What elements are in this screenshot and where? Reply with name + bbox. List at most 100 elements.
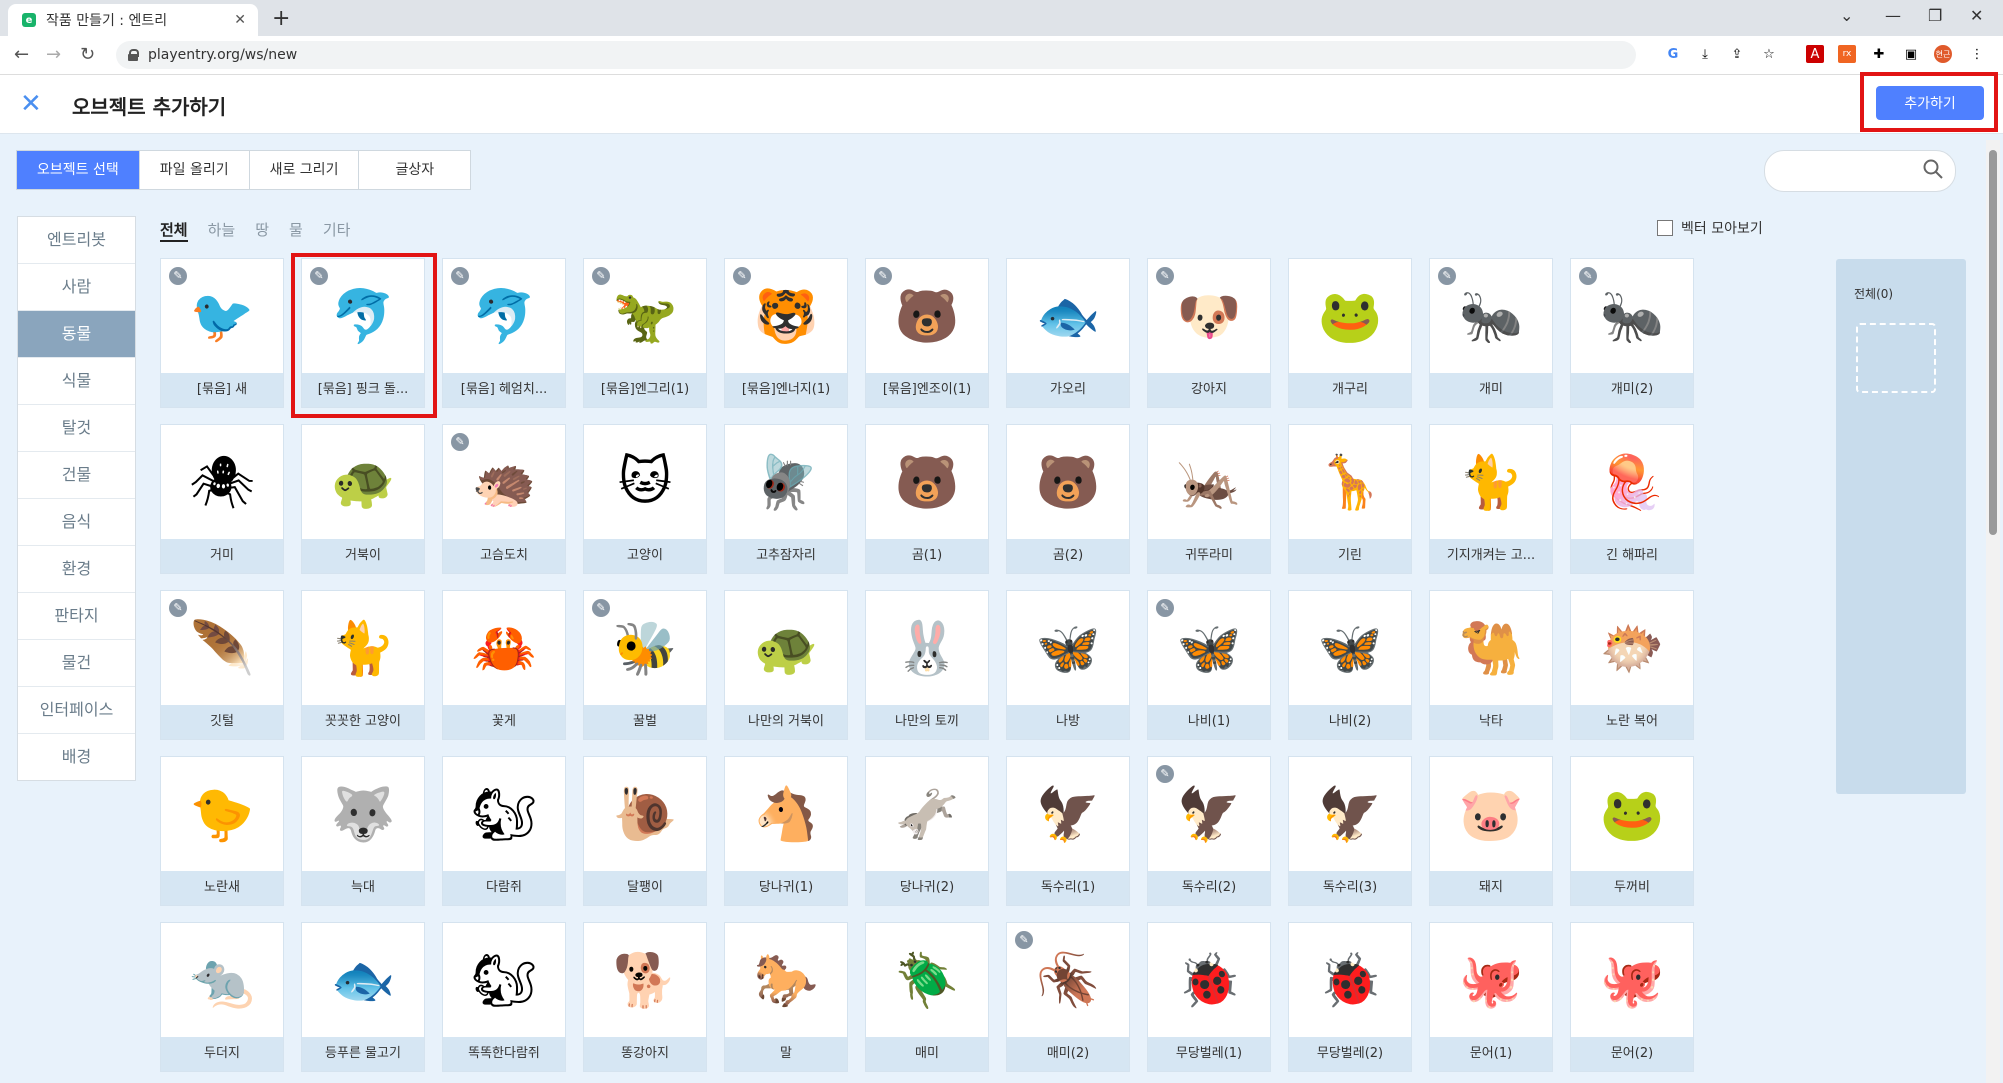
sidebar-item-background[interactable]: 배경 xyxy=(18,734,135,780)
object-card[interactable]: 🐢 나만의 거북이 xyxy=(724,590,848,740)
sidebar-item-people[interactable]: 사람 xyxy=(18,264,135,311)
object-card[interactable]: 🐶 ✎ 강아지 xyxy=(1147,258,1271,408)
subtab-sky[interactable]: 하늘 xyxy=(208,219,236,242)
vector-toggle[interactable]: 벡터 모아보기 xyxy=(1657,218,1763,238)
object-card[interactable]: 🐢 거북이 xyxy=(301,424,425,574)
scrollbar-thumb[interactable] xyxy=(1989,150,1997,535)
tab-close-icon[interactable]: ✕ xyxy=(234,12,246,28)
address-bar[interactable]: playentry.org/ws/new xyxy=(116,41,1636,69)
object-card[interactable]: 🐙 문어(2) xyxy=(1570,922,1694,1072)
share-icon[interactable]: ⇪ xyxy=(1728,45,1746,63)
tab-object-select[interactable]: 오브젝트 선택 xyxy=(17,151,140,189)
new-tab-icon[interactable]: + xyxy=(272,6,290,31)
object-card[interactable]: 🐀 두더지 xyxy=(160,922,284,1072)
object-card[interactable]: 🐷 돼지 xyxy=(1429,756,1553,906)
sidepanel-icon[interactable]: ▣ xyxy=(1902,45,1920,63)
object-card[interactable]: 🐬 ✎ [묶음] 헤엄치... xyxy=(442,258,566,408)
tab-file-upload[interactable]: 파일 올리기 xyxy=(140,151,250,189)
object-card[interactable]: 🐿 똑똑한다람쥐 xyxy=(442,922,566,1072)
sidebar-item-objects[interactable]: 물건 xyxy=(18,640,135,687)
search-icon[interactable] xyxy=(1923,159,1943,179)
minimize-icon[interactable]: — xyxy=(1885,6,1901,25)
object-card[interactable]: 🐟 가오리 xyxy=(1006,258,1130,408)
object-card[interactable]: 🐯 ✎ [묶음]엔너지(1) xyxy=(724,258,848,408)
menu-icon[interactable]: ⋮ xyxy=(1968,45,1986,63)
object-card[interactable]: 🪰 고추잠자리 xyxy=(724,424,848,574)
object-card[interactable]: 🪳 ✎ 매미(2) xyxy=(1006,922,1130,1072)
object-card[interactable]: 🪼 긴 해파리 xyxy=(1570,424,1694,574)
reload-icon[interactable]: ↻ xyxy=(80,44,95,65)
close-icon[interactable]: ✕ xyxy=(20,89,42,119)
object-card[interactable]: 🐕 똥강아지 xyxy=(583,922,707,1072)
object-card[interactable]: 🐡 노란 복어 xyxy=(1570,590,1694,740)
object-card[interactable]: 🦅 ✎ 독수리(2) xyxy=(1147,756,1271,906)
sidebar-item-environment[interactable]: 환경 xyxy=(18,546,135,593)
object-card[interactable]: 🐦 ✎ [묶음] 새 xyxy=(160,258,284,408)
tab-new-drawing[interactable]: 새로 그리기 xyxy=(250,151,360,189)
back-icon[interactable]: ← xyxy=(14,44,29,65)
object-card[interactable]: 🫏 당나귀(2) xyxy=(865,756,989,906)
subtab-water[interactable]: 물 xyxy=(289,219,303,242)
object-card[interactable]: 🐜 ✎ 개미(2) xyxy=(1570,258,1694,408)
subtab-other[interactable]: 기타 xyxy=(323,219,351,242)
sidebar-item-buildings[interactable]: 건물 xyxy=(18,452,135,499)
object-card[interactable]: 🕷 거미 xyxy=(160,424,284,574)
search-input[interactable] xyxy=(1764,150,1956,192)
profile-avatar[interactable]: 현근 xyxy=(1934,45,1952,63)
scrollbar[interactable] xyxy=(1986,140,2000,1083)
sidebar-item-fantasy[interactable]: 판타지 xyxy=(18,593,135,640)
object-card[interactable]: 🐞 무당벌레(1) xyxy=(1147,922,1271,1072)
sidebar-item-plants[interactable]: 식물 xyxy=(18,358,135,405)
sidebar-item-food[interactable]: 음식 xyxy=(18,499,135,546)
object-card[interactable]: 🦗 귀뚜라미 xyxy=(1147,424,1271,574)
object-card[interactable]: 🐙 문어(1) xyxy=(1429,922,1553,1072)
sidebar-item-interface[interactable]: 인터페이스 xyxy=(18,687,135,734)
object-card[interactable]: 🐎 말 xyxy=(724,922,848,1072)
object-card[interactable]: 🐻 곰(1) xyxy=(865,424,989,574)
sidebar-item-entrybot[interactable]: 엔트리봇 xyxy=(18,217,135,264)
object-card[interactable]: 🦋 나비(2) xyxy=(1288,590,1412,740)
object-card[interactable]: 🪶 ✎ 깃털 xyxy=(160,590,284,740)
add-button[interactable]: 추가하기 xyxy=(1876,86,1984,120)
object-card[interactable]: 🐈 기지개켜는 고... xyxy=(1429,424,1553,574)
object-card[interactable]: 🐝 ✎ 꿀벌 xyxy=(583,590,707,740)
object-card[interactable]: 🦅 독수리(3) xyxy=(1288,756,1412,906)
object-card[interactable]: 🐞 무당벌레(2) xyxy=(1288,922,1412,1072)
object-card[interactable]: 🦖 ✎ [묶음]엔그리(1) xyxy=(583,258,707,408)
object-card[interactable]: 🐺 늑대 xyxy=(301,756,425,906)
object-card[interactable]: 🐱 고양이 xyxy=(583,424,707,574)
object-card[interactable]: 🐤 노란새 xyxy=(160,756,284,906)
object-card[interactable]: 🦔 ✎ 고슴도치 xyxy=(442,424,566,574)
object-card[interactable]: 🐈 꼿꼿한 고양이 xyxy=(301,590,425,740)
install-icon[interactable]: ⤓ xyxy=(1696,45,1714,63)
tab-textbox[interactable]: 글상자 xyxy=(359,151,470,189)
object-card[interactable]: 🐌 달팽이 xyxy=(583,756,707,906)
object-card[interactable]: 🦋 나방 xyxy=(1006,590,1130,740)
object-card[interactable]: 🐻 ✎ [묶음]엔조이(1) xyxy=(865,258,989,408)
tab-search-icon[interactable]: ⌄ xyxy=(1840,6,1853,25)
object-card[interactable]: 🦒 기린 xyxy=(1288,424,1412,574)
restore-icon[interactable]: ❐ xyxy=(1928,6,1942,25)
forward-icon[interactable]: → xyxy=(46,44,61,65)
sidebar-item-animals[interactable]: 동물 xyxy=(18,311,135,358)
pdf-extension-icon[interactable]: A xyxy=(1806,45,1824,63)
object-card[interactable]: 🦀 꽃게 xyxy=(442,590,566,740)
object-card[interactable]: 🐻 곰(2) xyxy=(1006,424,1130,574)
object-card[interactable]: 🐰 나만의 토끼 xyxy=(865,590,989,740)
vector-checkbox[interactable] xyxy=(1657,220,1673,236)
browser-tab[interactable]: e 작품 만들기 : 엔트리 ✕ xyxy=(8,4,258,36)
object-card[interactable]: 🐸 개구리 xyxy=(1288,258,1412,408)
object-card[interactable]: 🐜 ✎ 개미 xyxy=(1429,258,1553,408)
object-card[interactable]: 🐫 낙타 xyxy=(1429,590,1553,740)
object-card[interactable]: 🐟 등푸른 물고기 xyxy=(301,922,425,1072)
object-card[interactable]: 🦅 독수리(1) xyxy=(1006,756,1130,906)
object-card[interactable]: 🐸 두꺼비 xyxy=(1570,756,1694,906)
sidebar-item-vehicles[interactable]: 탈것 xyxy=(18,405,135,452)
window-close-icon[interactable]: ✕ xyxy=(1970,6,1983,25)
bookmark-star-icon[interactable]: ☆ xyxy=(1760,45,1778,63)
google-icon[interactable]: G xyxy=(1664,45,1682,63)
object-card[interactable]: 🦋 ✎ 나비(1) xyxy=(1147,590,1271,740)
puzzle-icon[interactable]: ✚ xyxy=(1870,45,1888,63)
subtab-land[interactable]: 땅 xyxy=(255,219,269,242)
object-card[interactable]: 🪲 매미 xyxy=(865,922,989,1072)
